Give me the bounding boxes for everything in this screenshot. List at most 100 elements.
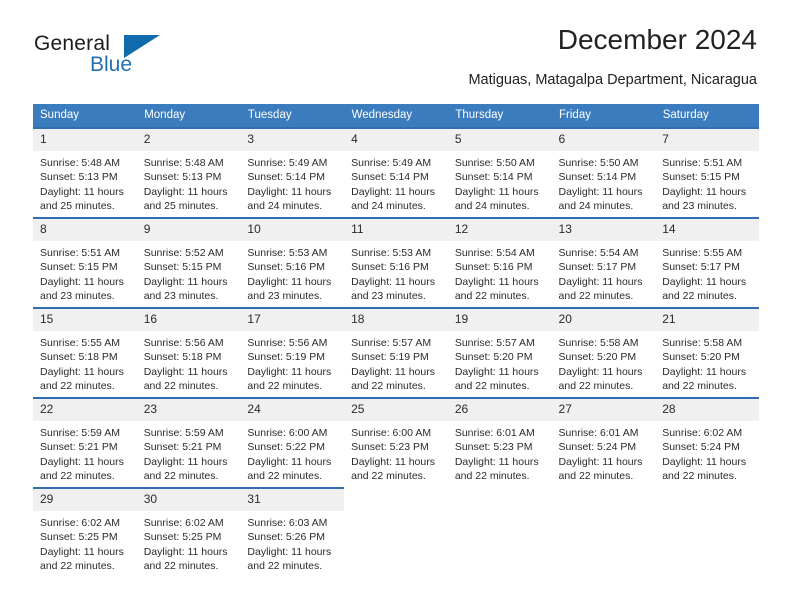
day-details: Sunrise: 6:00 AM Sunset: 5:23 PM Daylight:… — [344, 421, 448, 483]
calendar-day-cell[interactable]: 13 Sunrise: 5:54 AM Sunset: 5:17 PM Dayligh… — [551, 217, 656, 308]
calendar-day-cell[interactable]: 22 Sunrise: 5:59 AM Sunset: 5:21 PM Dayligh… — [33, 397, 137, 488]
sunset-text: Sunset: 5:25 PM — [40, 531, 118, 544]
day-number: 5 — [447, 129, 552, 152]
calendar-day-cell[interactable]: 15 Sunrise: 5:55 AM Sunset: 5:18 PM Dayligh… — [33, 307, 137, 398]
sunrise-text: Sunrise: 5:59 AM — [143, 427, 224, 440]
calendar-day-cell[interactable]: 10 Sunrise: 5:53 AM Sunset: 5:16 PM Dayligh… — [240, 217, 345, 308]
calendar-day-cell[interactable]: 29 Sunrise: 6:02 AM Sunset: 5:25 PM Dayligh… — [33, 487, 137, 578]
sunset-text: Sunset: 5:21 PM — [40, 441, 118, 454]
daylight-text-line1: Daylight: 11 hours — [558, 455, 643, 468]
calendar-day-cell[interactable]: 12 Sunrise: 5:54 AM Sunset: 5:16 PM Dayligh… — [447, 217, 552, 308]
brand-logo[interactable]: General Blue — [34, 32, 204, 78]
calendar-day-cell[interactable]: 2 Sunrise: 5:48 AM Sunset: 5:13 PM Daylight… — [136, 127, 241, 218]
daylight-text-line2: and 22 minutes. — [351, 469, 426, 482]
daylight-text-line2: and 22 minutes. — [247, 379, 323, 392]
daylight-text-line1: Daylight: 11 hours — [558, 365, 643, 378]
daylight-text-line1: Daylight: 11 hours — [40, 545, 124, 558]
sunset-text: Sunset: 5:20 PM — [662, 351, 740, 364]
sunset-text: Sunset: 5:24 PM — [558, 441, 637, 454]
calendar-day-cell[interactable]: 1 Sunrise: 5:48 AM Sunset: 5:13 PM Daylight… — [33, 127, 137, 218]
daylight-text-line2: and 24 minutes. — [558, 199, 634, 212]
sunset-text: Sunset: 5:19 PM — [247, 351, 326, 364]
day-details: Sunrise: 5:56 AM Sunset: 5:19 PM Daylight:… — [240, 331, 344, 393]
sunset-text: Sunset: 5:14 PM — [351, 171, 429, 184]
calendar-column-header-tuesday: Tuesday — [240, 104, 345, 128]
calendar-day-cell[interactable]: 30 Sunrise: 6:02 AM Sunset: 5:25 PM Dayligh… — [136, 487, 241, 578]
calendar-day-cell[interactable]: 24 Sunrise: 6:00 AM Sunset: 5:22 PM Dayligh… — [240, 397, 345, 488]
day-number — [552, 488, 656, 497]
calendar-day-cell[interactable]: 17 Sunrise: 5:56 AM Sunset: 5:19 PM Dayligh… — [240, 307, 345, 398]
day-details: Sunrise: 5:51 AM Sunset: 5:15 PM Daylight:… — [33, 241, 137, 303]
calendar-day-cell[interactable]: 6 Sunrise: 5:50 AM Sunset: 5:14 PM Daylight… — [551, 127, 656, 218]
day-number: 28 — [655, 399, 759, 422]
calendar-day-cell[interactable]: 3 Sunrise: 5:49 AM Sunset: 5:14 PM Daylight… — [240, 127, 345, 218]
calendar-day-cell[interactable]: 18 Sunrise: 5:57 AM Sunset: 5:19 PM Dayligh… — [344, 307, 448, 398]
sunrise-text: Sunrise: 6:02 AM — [40, 517, 120, 530]
calendar-day-cell[interactable]: 31 Sunrise: 6:03 AM Sunset: 5:26 PM Dayligh… — [240, 487, 345, 578]
calendar-day-cell[interactable]: 11 Sunrise: 5:53 AM Sunset: 5:16 PM Dayligh… — [344, 217, 448, 308]
day-number: 26 — [447, 399, 552, 422]
day-details: Sunrise: 5:48 AM Sunset: 5:13 PM Daylight:… — [33, 151, 137, 213]
calendar-column-header-sunday: Sunday — [33, 104, 138, 128]
sunset-text: Sunset: 5:18 PM — [143, 351, 222, 364]
day-details: Sunrise: 5:54 AM Sunset: 5:17 PM Daylight:… — [552, 241, 656, 303]
day-details: Sunrise: 5:49 AM Sunset: 5:14 PM Daylight:… — [240, 151, 344, 213]
sunrise-text: Sunrise: 5:48 AM — [143, 157, 224, 170]
sunset-text: Sunset: 5:16 PM — [247, 261, 326, 274]
daylight-text-line1: Daylight: 11 hours — [40, 455, 124, 468]
day-number: 21 — [655, 309, 759, 332]
day-number: 11 — [344, 219, 448, 242]
calendar-day-cell[interactable]: 23 Sunrise: 5:59 AM Sunset: 5:21 PM Dayligh… — [136, 397, 241, 488]
day-number: 27 — [551, 399, 656, 422]
daylight-text-line1: Daylight: 11 hours — [40, 185, 124, 198]
calendar-day-cell[interactable]: 8 Sunrise: 5:51 AM Sunset: 5:15 PM Daylight… — [33, 217, 137, 308]
daylight-text-line1: Daylight: 11 hours — [247, 545, 332, 558]
day-details: Sunrise: 5:51 AM Sunset: 5:15 PM Daylight:… — [655, 151, 759, 213]
calendar-day-cell[interactable]: 27 Sunrise: 6:01 AM Sunset: 5:24 PM Dayligh… — [551, 397, 656, 488]
day-details: Sunrise: 6:02 AM Sunset: 5:25 PM Daylight:… — [137, 511, 241, 573]
daylight-text-line2: and 23 minutes. — [143, 289, 219, 302]
day-details: Sunrise: 5:54 AM Sunset: 5:16 PM Daylight:… — [448, 241, 552, 303]
daylight-text-line1: Daylight: 11 hours — [40, 275, 124, 288]
daylight-text-line1: Daylight: 11 hours — [662, 185, 747, 198]
day-number: 8 — [33, 219, 137, 242]
sunrise-text: Sunrise: 5:51 AM — [40, 247, 120, 260]
day-details: Sunrise: 6:02 AM Sunset: 5:24 PM Daylight:… — [655, 421, 759, 483]
calendar-day-cell[interactable]: 28 Sunrise: 6:02 AM Sunset: 5:24 PM Dayligh… — [655, 397, 759, 488]
sunrise-text: Sunrise: 6:00 AM — [351, 427, 432, 440]
calendar-container: Sunday Monday Tuesday Wednesday Thursday Frid… — [33, 104, 760, 578]
day-number: 16 — [136, 309, 241, 332]
day-details: Sunrise: 5:50 AM Sunset: 5:14 PM Daylight:… — [448, 151, 552, 213]
calendar-day-cell[interactable]: 7 Sunrise: 5:51 AM Sunset: 5:15 PM Daylight… — [655, 127, 759, 218]
sunset-text: Sunset: 5:15 PM — [143, 261, 222, 274]
daylight-text-line2: and 22 minutes. — [143, 559, 219, 572]
calendar-column-header-friday: Friday — [551, 104, 656, 128]
calendar-day-cell[interactable]: 16 Sunrise: 5:56 AM Sunset: 5:18 PM Dayligh… — [136, 307, 241, 398]
day-details: Sunrise: 5:58 AM Sunset: 5:20 PM Daylight:… — [655, 331, 759, 393]
page-subtitle: Matiguas, Matagalpa Department, Nicaragu… — [468, 72, 757, 88]
calendar-day-cell[interactable]: 21 Sunrise: 5:58 AM Sunset: 5:20 PM Dayligh… — [655, 307, 759, 398]
sunset-text: Sunset: 5:19 PM — [351, 351, 429, 364]
daylight-text-line1: Daylight: 11 hours — [247, 185, 332, 198]
daylight-text-line2: and 24 minutes. — [351, 199, 426, 212]
day-number — [655, 488, 759, 497]
day-number — [344, 488, 448, 497]
sunrise-text: Sunrise: 5:51 AM — [662, 157, 743, 170]
calendar-page: General Blue December 2024 Matiguas, Mat… — [0, 0, 792, 612]
calendar-day-cell[interactable]: 5 Sunrise: 5:50 AM Sunset: 5:14 PM Daylight… — [447, 127, 552, 218]
sunrise-text: Sunrise: 5:50 AM — [558, 157, 639, 170]
calendar-day-cell[interactable]: 9 Sunrise: 5:52 AM Sunset: 5:15 PM Daylight… — [136, 217, 241, 308]
sunrise-text: Sunrise: 5:49 AM — [247, 157, 328, 170]
calendar-week-row: 15 Sunrise: 5:55 AM Sunset: 5:18 PM Dayligh… — [33, 307, 759, 398]
day-details: Sunrise: 5:57 AM Sunset: 5:19 PM Daylight:… — [344, 331, 448, 393]
calendar-day-cell[interactable]: 14 Sunrise: 5:55 AM Sunset: 5:17 PM Dayligh… — [655, 217, 759, 308]
day-details: Sunrise: 5:55 AM Sunset: 5:18 PM Daylight:… — [33, 331, 137, 393]
calendar-day-cell-empty — [344, 488, 448, 578]
calendar-day-cell[interactable]: 26 Sunrise: 6:01 AM Sunset: 5:23 PM Dayligh… — [447, 397, 552, 488]
calendar-day-cell[interactable]: 4 Sunrise: 5:49 AM Sunset: 5:14 PM Daylight… — [344, 127, 448, 218]
day-details: Sunrise: 5:49 AM Sunset: 5:14 PM Daylight:… — [344, 151, 448, 213]
calendar-day-cell[interactable]: 20 Sunrise: 5:58 AM Sunset: 5:20 PM Dayligh… — [551, 307, 656, 398]
calendar-day-cell[interactable]: 25 Sunrise: 6:00 AM Sunset: 5:23 PM Dayligh… — [344, 397, 448, 488]
calendar-day-cell[interactable]: 19 Sunrise: 5:57 AM Sunset: 5:20 PM Dayligh… — [447, 307, 552, 398]
sunrise-text: Sunrise: 5:54 AM — [454, 247, 535, 260]
